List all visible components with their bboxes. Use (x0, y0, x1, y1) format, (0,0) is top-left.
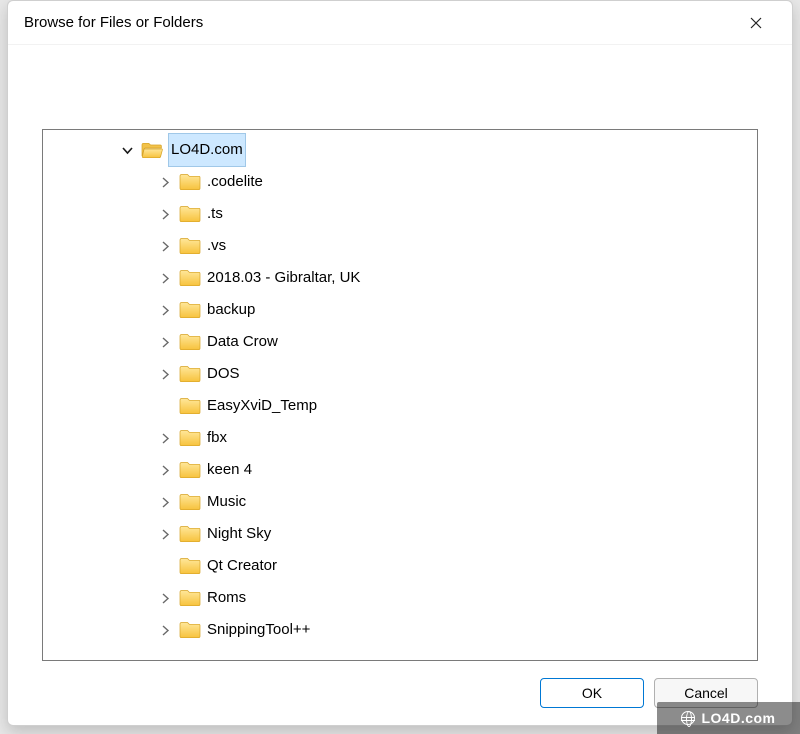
chevron-right-icon[interactable] (157, 462, 173, 478)
folder-icon (179, 459, 201, 481)
tree-row[interactable]: DOS (43, 358, 757, 390)
folder-icon (179, 267, 201, 289)
tree-row[interactable]: fbx (43, 422, 757, 454)
folder-icon (179, 555, 201, 577)
folder-icon (179, 427, 201, 449)
tree-item-label: Music (207, 486, 246, 518)
chevron-right-icon[interactable] (157, 334, 173, 350)
chevron-right-icon[interactable] (157, 590, 173, 606)
folder-icon (179, 619, 201, 641)
tree-item-label: backup (207, 294, 255, 326)
chevron-right-icon[interactable] (157, 206, 173, 222)
tree-row[interactable]: Music (43, 486, 757, 518)
tree-row[interactable]: .ts (43, 198, 757, 230)
button-label: Cancel (684, 685, 728, 701)
folder-icon (179, 171, 201, 193)
chevron-right-icon[interactable] (157, 174, 173, 190)
chevron-right-icon[interactable] (157, 494, 173, 510)
tree-item-label: Qt Creator (207, 550, 277, 582)
chevron-right-icon[interactable] (157, 366, 173, 382)
tree-row[interactable]: Roms (43, 582, 757, 614)
folder-icon (179, 331, 201, 353)
tree-row[interactable]: backup (43, 294, 757, 326)
tree-item-label: Data Crow (207, 326, 278, 358)
globe-icon (681, 711, 695, 725)
folder-icon (179, 587, 201, 609)
tree-item-label: fbx (207, 422, 227, 454)
folder-icon (179, 363, 201, 385)
folder-icon (179, 491, 201, 513)
chevron-right-icon[interactable] (157, 270, 173, 286)
chevron-down-icon[interactable] (119, 142, 135, 158)
folder-icon (179, 235, 201, 257)
tree-item-label: DOS (207, 358, 240, 390)
folder-icon (179, 299, 201, 321)
ok-button[interactable]: OK (540, 678, 644, 708)
watermark-text: LO4D.com (701, 702, 775, 734)
tree-item-label: .vs (207, 230, 226, 262)
tree-item-label: Roms (207, 582, 246, 614)
tree-row[interactable]: Data Crow (43, 326, 757, 358)
tree-item-label: SnippingTool++ (207, 614, 310, 646)
chevron-right-icon[interactable] (157, 430, 173, 446)
tree-item-label: LO4D.com (169, 134, 245, 166)
tree-item-label: keen 4 (207, 454, 252, 486)
tree-row-root[interactable]: LO4D.com (43, 134, 757, 166)
watermark: LO4D.com (657, 702, 800, 734)
chevron-right-icon[interactable] (157, 526, 173, 542)
dialog-body: LO4D.com .codelite.ts.vs2018.03 - Gibral… (8, 45, 792, 661)
dialog-title: Browse for Files or Folders (24, 14, 734, 31)
folder-icon (179, 395, 201, 417)
tree-row[interactable]: 2018.03 - Gibraltar, UK (43, 262, 757, 294)
tree-item-label: Night Sky (207, 518, 271, 550)
browse-dialog: Browse for Files or Folders LO4D.com . (7, 0, 793, 726)
folder-open-icon (141, 139, 163, 161)
button-label: OK (582, 685, 602, 701)
title-bar: Browse for Files or Folders (8, 1, 792, 45)
chevron-right-icon[interactable] (157, 238, 173, 254)
tree-row[interactable]: SnippingTool++ (43, 614, 757, 646)
close-icon (750, 17, 762, 29)
folder-icon (179, 203, 201, 225)
chevron-right-icon[interactable] (157, 622, 173, 638)
tree-item-label: EasyXviD_Temp (207, 390, 317, 422)
close-button[interactable] (734, 5, 778, 41)
tree-row[interactable]: EasyXviD_Temp (43, 390, 757, 422)
folder-icon (179, 523, 201, 545)
folder-tree[interactable]: LO4D.com .codelite.ts.vs2018.03 - Gibral… (42, 129, 758, 661)
tree-row[interactable]: keen 4 (43, 454, 757, 486)
tree-row[interactable]: .vs (43, 230, 757, 262)
tree-row[interactable]: Night Sky (43, 518, 757, 550)
tree-item-label: .codelite (207, 166, 263, 198)
chevron-right-icon[interactable] (157, 302, 173, 318)
tree-row[interactable]: .codelite (43, 166, 757, 198)
tree-item-label: .ts (207, 198, 223, 230)
tree-item-label: 2018.03 - Gibraltar, UK (207, 262, 360, 294)
tree-row[interactable]: Qt Creator (43, 550, 757, 582)
